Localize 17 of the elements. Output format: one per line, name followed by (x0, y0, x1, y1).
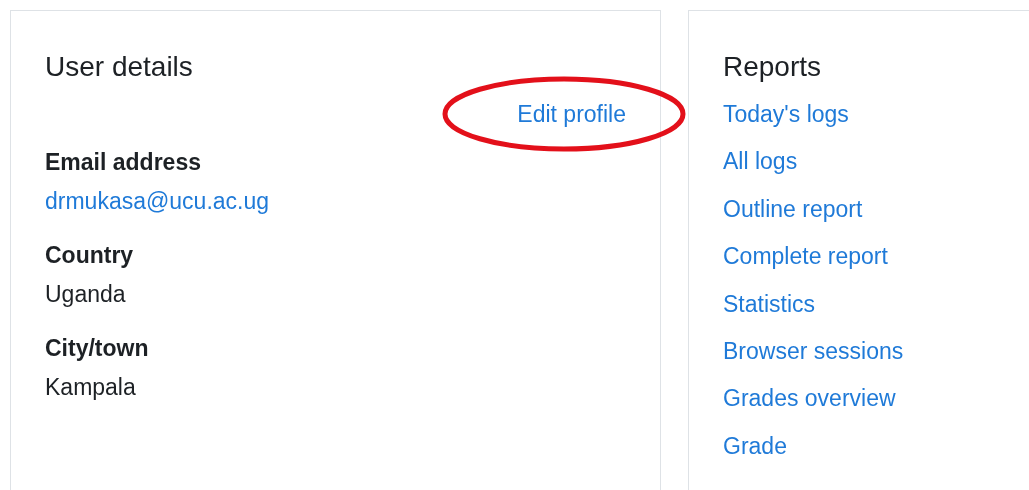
edit-profile-link[interactable]: Edit profile (517, 101, 626, 127)
email-link[interactable]: drmukasa@ucu.ac.ug (45, 186, 270, 216)
field-label: City/town (45, 334, 150, 363)
report-link[interactable]: Statistics (723, 290, 816, 317)
field-value: Uganda (45, 280, 126, 309)
report-link[interactable]: Outline report (723, 195, 863, 222)
report-link[interactable]: Grade (723, 432, 787, 459)
report-link[interactable]: Complete report (723, 243, 888, 270)
report-link[interactable]: Today's logs (723, 101, 849, 127)
field-value: Kampala (45, 373, 136, 402)
field-label: Email address (45, 148, 202, 177)
card-title: User details (45, 50, 194, 84)
report-link[interactable]: Browser sessions (723, 337, 904, 364)
field-label: Country (45, 241, 135, 270)
card-title: Reports (723, 50, 823, 84)
report-link[interactable]: Grades overview (723, 385, 896, 412)
report-link[interactable]: All logs (723, 148, 798, 175)
